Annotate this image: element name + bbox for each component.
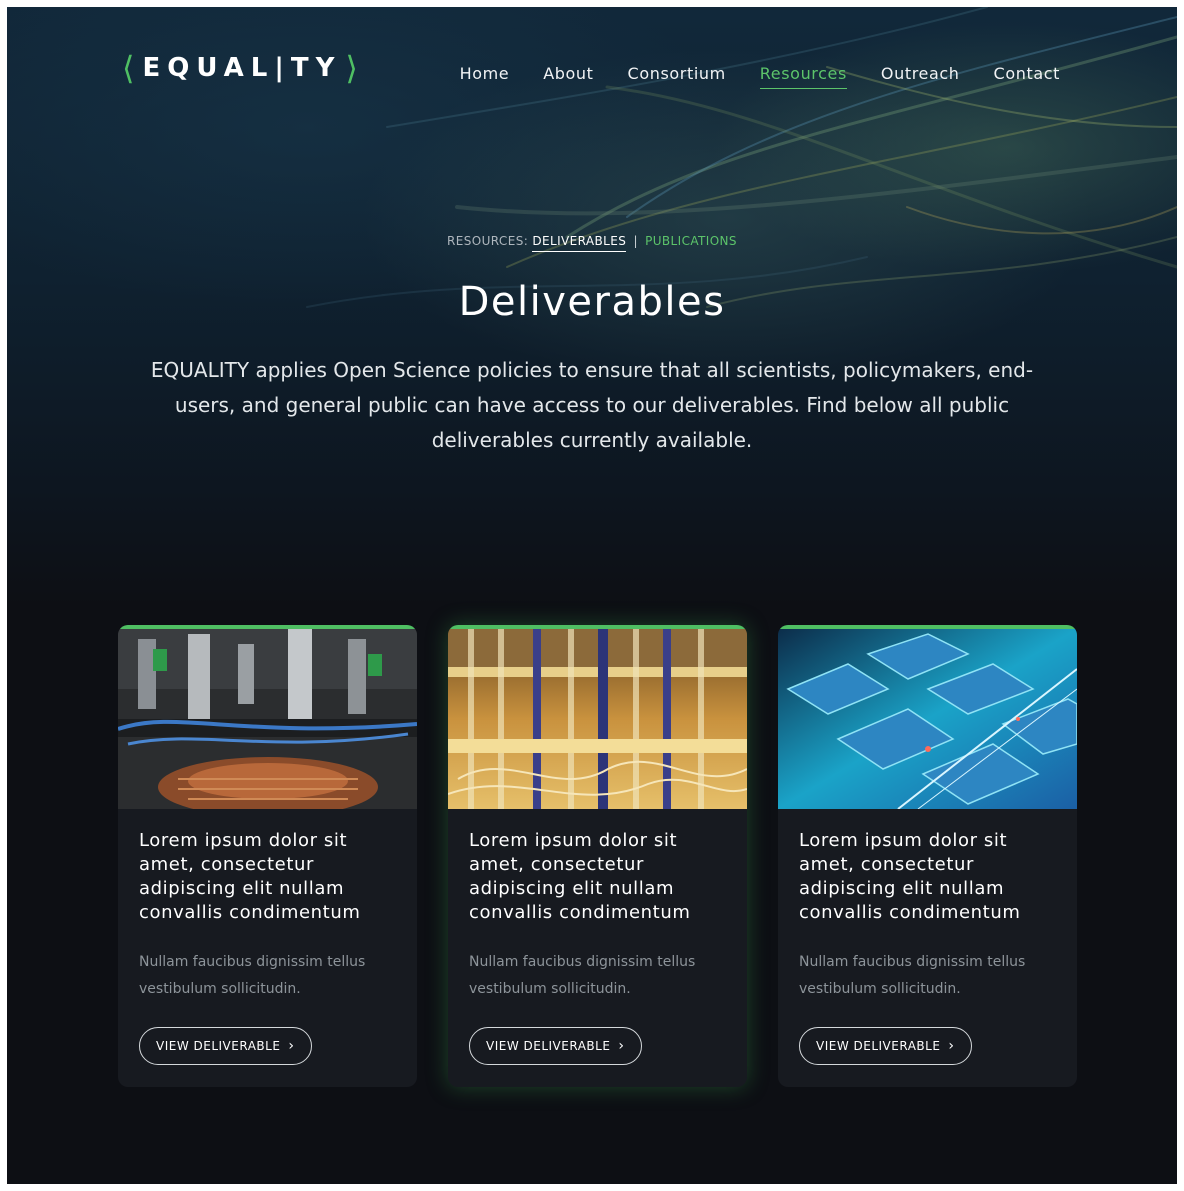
nav-outreach[interactable]: Outreach	[881, 64, 960, 89]
card-description: Nullam faucibus dignissim tellus vestibu…	[799, 954, 1026, 997]
view-deliverable-button[interactable]: VIEW DELIVERABLE ›	[799, 1027, 972, 1065]
deliverable-card: Lorem ipsum dolor sit amet, consectetur …	[118, 625, 417, 1087]
card-title: Lorem ipsum dolor sit amet, consectetur …	[799, 830, 1021, 923]
chevron-right-icon: ›	[618, 1038, 625, 1054]
button-label: VIEW DELIVERABLE	[816, 1039, 941, 1053]
quantum-computer-image	[448, 629, 747, 809]
button-label: VIEW DELIVERABLE	[486, 1039, 611, 1053]
equality-logo[interactable]: ⟨ EQUAL|TY ⟩	[122, 49, 358, 87]
microchip-image	[778, 629, 1077, 809]
deliverable-card: Lorem ipsum dolor sit amet, consectetur …	[778, 625, 1077, 1087]
page-lead: EQUALITY applies Open Science policies t…	[150, 358, 1034, 452]
nav-consortium[interactable]: Consortium	[628, 64, 726, 89]
page-title: Deliverables	[458, 279, 726, 325]
deliverables-grid: Lorem ipsum dolor sit amet, consectetur …	[118, 625, 1077, 1087]
main-nav: Home About Consortium Resources Outreach…	[460, 64, 1060, 89]
nav-contact[interactable]: Contact	[994, 64, 1060, 89]
breadcrumb-publications[interactable]: PUBLICATIONS	[645, 234, 737, 248]
breadcrumb: RESOURCES: DELIVERABLES | PUBLICATIONS	[7, 234, 1177, 252]
nav-about[interactable]: About	[543, 64, 593, 89]
logo-close-bracket: ⟩	[345, 49, 358, 87]
logo-open-bracket: ⟨	[122, 49, 135, 87]
card-title: Lorem ipsum dolor sit amet, consectetur …	[139, 830, 361, 923]
deliverable-card: Lorem ipsum dolor sit amet, consectetur …	[448, 625, 747, 1087]
hero-section: ⟨ EQUAL|TY ⟩ Home About Consortium Resou…	[7, 7, 1177, 607]
card-title: Lorem ipsum dolor sit amet, consectetur …	[469, 830, 691, 923]
button-label: VIEW DELIVERABLE	[156, 1039, 281, 1053]
breadcrumb-deliverables[interactable]: DELIVERABLES	[532, 234, 627, 252]
lab-equipment-image	[118, 629, 417, 809]
chevron-right-icon: ›	[948, 1038, 955, 1054]
view-deliverable-button[interactable]: VIEW DELIVERABLE ›	[139, 1027, 312, 1065]
view-deliverable-button[interactable]: VIEW DELIVERABLE ›	[469, 1027, 642, 1065]
card-description: Nullam faucibus dignissim tellus vestibu…	[469, 954, 696, 997]
chevron-right-icon: ›	[288, 1038, 295, 1054]
nav-resources[interactable]: Resources	[759, 64, 847, 89]
breadcrumb-separator: |	[633, 234, 638, 248]
nav-home[interactable]: Home	[460, 64, 510, 89]
page: ⟨ EQUAL|TY ⟩ Home About Consortium Resou…	[7, 7, 1177, 1184]
card-description: Nullam faucibus dignissim tellus vestibu…	[139, 954, 366, 997]
breadcrumb-prefix: RESOURCES:	[447, 234, 529, 248]
logo-wordmark: EQUAL|TY	[142, 53, 342, 83]
